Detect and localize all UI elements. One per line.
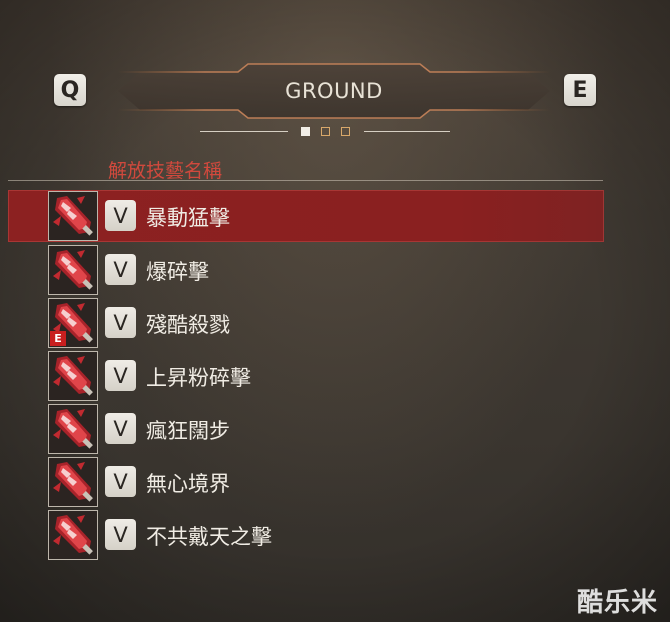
category-title: GROUND <box>285 79 383 103</box>
skill-name: 上昇粉碎擊 <box>146 366 251 390</box>
skill-name: 殘酷殺戮 <box>146 313 230 337</box>
skill-name: 爆碎擊 <box>146 260 209 284</box>
crimson-blade-icon <box>48 457 98 507</box>
skill-row[interactable]: V 瘋狂闊步 <box>8 403 604 455</box>
category-title-plate: GROUND <box>118 62 550 120</box>
skill-row[interactable]: V 暴動猛擊 <box>8 190 604 242</box>
skill-row[interactable]: E V 殘酷殺戮 <box>8 297 604 349</box>
prev-tab-key-q[interactable]: Q <box>54 74 86 106</box>
page-dot-2[interactable] <box>321 127 330 136</box>
crimson-blade-icon <box>48 351 98 401</box>
activate-key-v[interactable]: V <box>105 200 136 231</box>
equipped-badge: E <box>50 331 66 346</box>
skill-name: 瘋狂闊步 <box>146 419 230 443</box>
skill-name: 不共戴天之擊 <box>146 525 272 549</box>
crimson-blade-icon <box>48 510 98 560</box>
activate-key-v[interactable]: V <box>105 254 136 285</box>
column-header-divider <box>8 180 603 181</box>
page-dot-1[interactable] <box>301 127 310 136</box>
column-header-skill-name: 解放技藝名稱 <box>108 160 223 182</box>
activate-key-v[interactable]: V <box>105 360 136 391</box>
pager-line-right <box>364 131 450 132</box>
next-tab-key-e[interactable]: E <box>564 74 596 106</box>
activate-key-v[interactable]: V <box>105 466 136 497</box>
skill-row[interactable]: V 上昇粉碎擊 <box>8 350 604 402</box>
skill-row[interactable]: V 無心境界 <box>8 456 604 508</box>
crimson-blade-icon <box>48 191 98 241</box>
activate-key-v[interactable]: V <box>105 307 136 338</box>
page-dot-3[interactable] <box>341 127 350 136</box>
skill-name: 暴動猛擊 <box>146 206 230 230</box>
site-watermark: 酷乐米 <box>577 588 659 618</box>
skill-name: 無心境界 <box>146 472 230 496</box>
crimson-blade-icon: E <box>48 298 98 348</box>
crimson-blade-icon <box>48 245 98 295</box>
pager-line-left <box>200 131 288 132</box>
skill-row[interactable]: V 不共戴天之擊 <box>8 509 604 561</box>
skill-row[interactable]: V 爆碎擊 <box>8 244 604 296</box>
crimson-blade-icon <box>48 404 98 454</box>
activate-key-v[interactable]: V <box>105 413 136 444</box>
activate-key-v[interactable]: V <box>105 519 136 550</box>
page-indicator <box>200 124 452 140</box>
